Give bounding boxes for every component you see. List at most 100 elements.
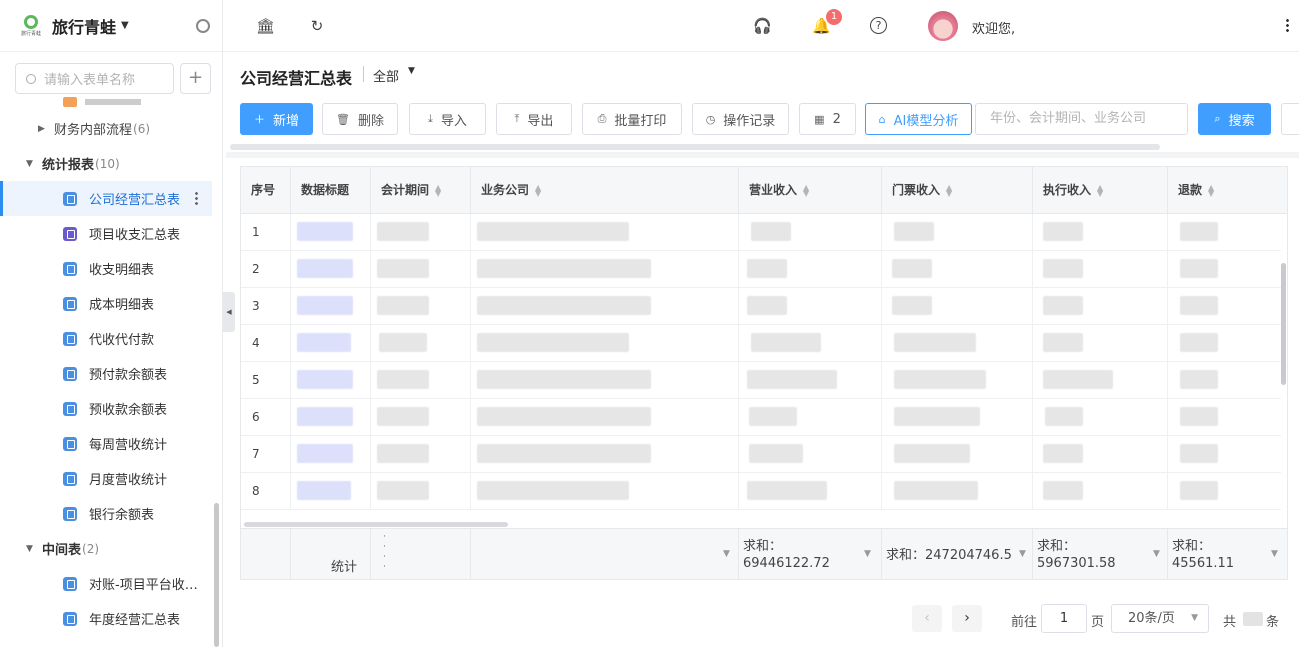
total-suffix: 条: [1266, 615, 1280, 630]
topbar: 🏛 ↻ 🎧 🔔 1 ? 欢迎您,: [223, 0, 1299, 52]
sidebar-item-company-summary[interactable]: 公司经营汇总表: [0, 181, 212, 216]
column-header-ticket[interactable]: 门票收入 ▲ ▼: [882, 167, 1033, 214]
column-header-refund[interactable]: 退款 ▲ ▼: [1168, 167, 1287, 214]
group-statistics-reports[interactable]: ▼ 统计报表 (10): [0, 146, 212, 181]
import-button[interactable]: ⤓ 导入: [409, 103, 486, 135]
next-page-button[interactable]: ›: [952, 605, 982, 632]
table-row[interactable]: 2: [241, 251, 1281, 288]
filter-input[interactable]: 年份、会计期间、业务公司: [975, 103, 1188, 135]
table-row[interactable]: 4: [241, 325, 1281, 362]
sum-exec-cell[interactable]: 求和： 5967301.58 ▼: [1033, 529, 1168, 579]
column-header-exec[interactable]: 执行收入 ▲ ▼: [1033, 167, 1168, 214]
gear-icon[interactable]: [196, 18, 210, 33]
chevron-down-icon[interactable]: ▼: [723, 549, 730, 559]
column-header-period[interactable]: 会计期间 ▲ ▼: [371, 167, 471, 214]
table-row[interactable]: 5: [241, 362, 1281, 399]
group-finance-internal[interactable]: ▶ 财务内部流程 (6): [0, 111, 212, 146]
clock-icon: ◷: [705, 112, 716, 126]
table-vertical-scrollbar[interactable]: [1281, 263, 1286, 385]
sidebar-item-cost-detail[interactable]: 成本明细表: [0, 286, 212, 321]
view-grid-button[interactable]: ▦ 2: [799, 103, 856, 135]
form-icon: [63, 226, 77, 241]
collapse-sidebar-button[interactable]: ◀: [223, 292, 235, 332]
column-header-company[interactable]: 业务公司 ▲ ▼: [471, 167, 739, 214]
chevron-down-icon[interactable]: ▼: [1271, 549, 1278, 559]
table-row[interactable]: 3: [241, 288, 1281, 325]
sidebar-scrollbar[interactable]: [214, 503, 219, 647]
add-form-button[interactable]: +: [180, 63, 211, 94]
form-search-input[interactable]: 请输入表单名称: [15, 63, 174, 94]
grid-icon: ▦: [814, 112, 825, 126]
column-header-title[interactable]: 数据标题: [291, 167, 371, 214]
sort-icon: ▲ ▼: [435, 182, 442, 198]
bank-icon[interactable]: 🏛: [256, 17, 275, 35]
welcome-text: 欢迎您,: [972, 22, 1016, 37]
table-row[interactable]: 6: [241, 399, 1281, 436]
help-icon[interactable]: ?: [870, 17, 887, 34]
sidebar-item-prepayment-balance[interactable]: 预付款余额表: [0, 356, 212, 391]
history-button[interactable]: ◷ 操作记录: [692, 103, 789, 135]
sidebar-item-project-summary[interactable]: 项目收支汇总表: [0, 216, 212, 251]
sidebar-item-weekly-revenue[interactable]: 每周营收统计: [0, 426, 212, 461]
table-row[interactable]: 8: [241, 473, 1281, 510]
sidebar-item-monthly-revenue[interactable]: 月度营收统计: [0, 461, 212, 496]
avatar[interactable]: [928, 11, 958, 41]
form-icon: [63, 506, 77, 521]
form-icon: [63, 401, 77, 416]
form-icon: [63, 576, 77, 591]
sort-icon: ▲ ▼: [946, 182, 953, 198]
page-size-select[interactable]: 20条/页 ▼: [1111, 604, 1209, 633]
export-button[interactable]: ⤒ 导出: [496, 103, 572, 135]
chevron-down-icon: ▼: [1191, 613, 1198, 623]
toolbar-scrollbar[interactable]: [230, 144, 1160, 150]
robot-icon: ⌂: [878, 112, 886, 126]
sidebar-item-income-detail[interactable]: 收支明细表: [0, 251, 212, 286]
scope-select[interactable]: 全部: [373, 66, 399, 85]
sidebar-item-bank-balance[interactable]: 银行余额表: [0, 496, 212, 531]
add-button[interactable]: ＋新增: [240, 103, 313, 135]
section-divider: [226, 152, 1299, 158]
more-icon[interactable]: [195, 191, 198, 206]
column-header-revenue[interactable]: 营业收入 ▲ ▼: [739, 167, 882, 214]
chevron-down-icon[interactable]: ▼: [121, 20, 129, 31]
sidebar-item-annual-summary[interactable]: 年度经营汇总表: [0, 601, 212, 636]
sidebar-item-agency-payments[interactable]: 代收代付款: [0, 321, 212, 356]
sidebar-item-advance-receipt-balance[interactable]: 预收款余额表: [0, 391, 212, 426]
sidebar-item-reconciliation[interactable]: 对账-项目平台收款明细: [0, 566, 212, 601]
page-title: 公司经营汇总表: [240, 69, 353, 88]
search-button[interactable]: ⌕ 搜索: [1198, 103, 1271, 135]
chevron-down-icon[interactable]: ▼: [864, 549, 871, 559]
brand: 旅行青蛙 旅行青蛙 ▼: [0, 0, 222, 52]
toolbar-overflow-button[interactable]: [1281, 103, 1299, 135]
sum-refund-cell[interactable]: 求和： 45561.11 ▼: [1168, 529, 1287, 579]
caret-right-icon: ▶: [38, 123, 45, 134]
refresh-icon[interactable]: ↻: [308, 17, 326, 35]
more-icon[interactable]: [1286, 18, 1289, 33]
table-horizontal-scrollbar[interactable]: [244, 522, 508, 527]
caret-down-icon: ▼: [26, 158, 33, 169]
chevron-down-icon[interactable]: ▼: [408, 66, 415, 76]
delete-button[interactable]: 🗑 删除: [322, 103, 398, 135]
group-middle-tables[interactable]: ▼ 中间表 (2): [0, 531, 212, 566]
sum-revenue-cell[interactable]: 求和： 69446122.72 ▼: [739, 529, 882, 579]
batch-print-button[interactable]: ⎙ 批量打印: [582, 103, 682, 135]
app-root: 旅行青蛙 旅行青蛙 ▼ 请输入表单名称 + ▶ 财务内部流程 (6) ▼ 统计报…: [0, 0, 1299, 647]
sum-ticket-cell[interactable]: 求和：247204746.5 ▼: [882, 529, 1033, 579]
chevron-down-icon[interactable]: ▼: [1153, 549, 1160, 559]
form-icon: [63, 471, 77, 486]
app-name[interactable]: 旅行青蛙: [52, 14, 116, 38]
sort-icon: ▲ ▼: [1208, 182, 1215, 198]
table-body: 1 2 3 4 5 6 7 8: [241, 214, 1287, 527]
frog-logo-icon: 旅行青蛙: [18, 13, 44, 39]
page-number-input[interactable]: 1: [1041, 604, 1087, 633]
table-row[interactable]: 1: [241, 214, 1281, 251]
list-item-clipped: [0, 97, 212, 111]
headset-icon[interactable]: 🎧: [753, 17, 772, 35]
prev-page-button[interactable]: ‹: [912, 605, 942, 632]
table-row[interactable]: 7: [241, 436, 1281, 473]
chevron-down-icon[interactable]: ▼: [1019, 549, 1026, 559]
search-icon: [26, 73, 36, 84]
goto-label: 前往: [1011, 615, 1038, 630]
ai-analysis-button[interactable]: ⌂ AI模型分析: [865, 103, 972, 135]
notification-badge: 1: [826, 9, 842, 25]
